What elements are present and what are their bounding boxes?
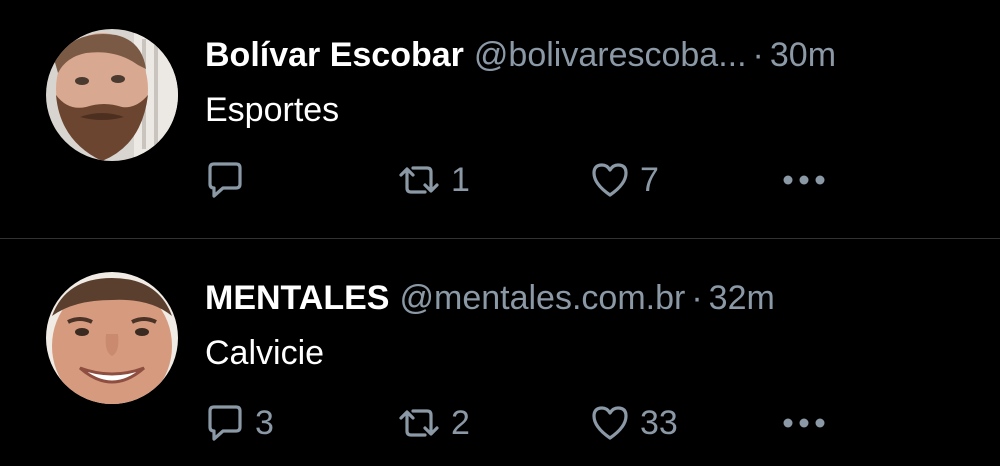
reply-button[interactable]: 3 bbox=[205, 403, 274, 443]
more-button[interactable] bbox=[780, 403, 830, 443]
retweet-button[interactable]: 2 bbox=[397, 403, 470, 443]
tweet[interactable]: Bolívar Escobar @bolivarescoba... · 30m Esp… bbox=[0, 0, 1000, 238]
author-name[interactable]: Bolívar Escobar bbox=[205, 36, 464, 74]
retweet-button[interactable]: 1 bbox=[397, 160, 470, 200]
retweet-icon bbox=[399, 409, 439, 437]
action-bar: 3 2 33 bbox=[0, 403, 1000, 443]
reply-count: 3 bbox=[255, 404, 274, 442]
retweet-count: 1 bbox=[451, 161, 470, 199]
reply-button[interactable] bbox=[205, 160, 255, 200]
heart-icon bbox=[592, 406, 628, 440]
avatar[interactable] bbox=[46, 272, 178, 404]
reply-icon bbox=[208, 405, 242, 441]
more-button[interactable] bbox=[780, 160, 830, 200]
separator: · bbox=[691, 279, 703, 317]
action-bar: 1 7 bbox=[0, 160, 1000, 200]
reply-icon bbox=[208, 162, 242, 198]
author-handle[interactable]: @mentales.com.br bbox=[399, 279, 685, 317]
more-icon bbox=[783, 175, 825, 185]
separator: · bbox=[752, 36, 764, 74]
like-button[interactable]: 33 bbox=[590, 403, 678, 443]
retweet-count: 2 bbox=[451, 404, 470, 442]
timestamp[interactable]: 32m bbox=[709, 279, 775, 317]
like-count: 7 bbox=[640, 161, 659, 199]
author-handle[interactable]: @bolivarescoba... bbox=[474, 36, 747, 74]
tweet[interactable]: MENTALES @mentales.com.br · 32m Calvicie 3 … bbox=[0, 239, 1000, 466]
tweet-header: Bolívar Escobar @bolivarescoba... · 30m bbox=[205, 33, 970, 77]
retweet-icon bbox=[399, 166, 439, 194]
tweet-header: MENTALES @mentales.com.br · 32m bbox=[205, 276, 970, 320]
heart-icon bbox=[592, 163, 628, 197]
timestamp[interactable]: 30m bbox=[770, 36, 836, 74]
tweet-text: Calvicie bbox=[205, 334, 325, 372]
smiling-man-avatar-icon bbox=[46, 272, 178, 404]
more-icon bbox=[783, 418, 825, 428]
tweet-text: Esportes bbox=[205, 91, 340, 129]
bearded-man-avatar-icon bbox=[46, 29, 178, 161]
avatar[interactable] bbox=[46, 29, 178, 161]
like-button[interactable]: 7 bbox=[590, 160, 659, 200]
like-count: 33 bbox=[640, 404, 678, 442]
author-name[interactable]: MENTALES bbox=[205, 279, 389, 317]
